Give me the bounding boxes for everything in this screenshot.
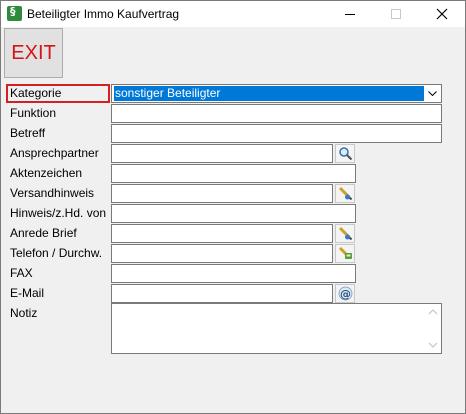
ansprechpartner-label: Ansprechpartner: [10, 146, 99, 160]
app-paragraph-icon: [7, 5, 22, 21]
versandhinweis-edit-button[interactable]: [335, 184, 355, 203]
telefon-field[interactable]: [111, 244, 333, 263]
pencil-icon: [338, 186, 353, 201]
at-icon: @: [338, 286, 353, 301]
phone-icon: [338, 246, 352, 259]
close-button[interactable]: [419, 1, 465, 27]
anrede-label: Anrede Brief: [10, 226, 77, 240]
betreff-field[interactable]: [111, 124, 442, 143]
dialog-window: Beteiligter Immo Kaufvertrag EXIT Katego…: [0, 0, 466, 414]
window-title: Beteiligter Immo Kaufvertrag: [27, 7, 180, 21]
kategorie-label: Kategorie: [6, 84, 110, 103]
funktion-field[interactable]: [111, 104, 442, 123]
email-send-button[interactable]: @: [335, 284, 355, 303]
versandhinweis-label: Versandhinweis: [10, 186, 95, 200]
hinweis-label: Hinweis/z.Hd. von: [10, 206, 107, 220]
betreff-label: Betreff: [10, 126, 46, 140]
maximize-button: [373, 1, 419, 27]
search-icon: [339, 147, 353, 161]
funktion-label: Funktion: [10, 106, 57, 120]
anrede-edit-button[interactable]: [335, 224, 355, 243]
svg-text:@: @: [340, 288, 351, 301]
title-bar: Beteiligter Immo Kaufvertrag: [1, 1, 465, 27]
aktenzeichen-field[interactable]: [111, 164, 356, 183]
hinweis-field[interactable]: [111, 204, 356, 223]
maximize-icon: [391, 9, 401, 19]
email-field[interactable]: [111, 284, 333, 303]
chevron-down-icon: [428, 91, 437, 96]
fax-label: FAX: [10, 266, 33, 280]
email-label: E-Mail: [10, 286, 45, 300]
aktenzeichen-label: Aktenzeichen: [10, 166, 83, 180]
versandhinweis-field[interactable]: [111, 184, 333, 203]
notiz-label: Notiz: [10, 306, 38, 320]
kategorie-dropdown-button[interactable]: [424, 85, 441, 102]
telefon-dial-button[interactable]: [335, 244, 355, 263]
exit-button[interactable]: EXIT: [4, 28, 63, 78]
minimize-button[interactable]: [327, 1, 373, 27]
notiz-textarea[interactable]: [111, 303, 442, 354]
pencil-icon: [338, 226, 353, 241]
anrede-field[interactable]: [111, 224, 333, 243]
scroll-down-icon[interactable]: [427, 340, 439, 350]
kategorie-selected-value: sonstiger Beteiligter: [114, 86, 436, 101]
ansprechpartner-search-button[interactable]: [335, 144, 355, 163]
minimize-icon: [345, 14, 355, 15]
fax-field[interactable]: [111, 264, 356, 283]
scroll-up-icon[interactable]: [427, 307, 439, 317]
kategorie-select[interactable]: sonstiger Beteiligter: [111, 84, 442, 103]
ansprechpartner-field[interactable]: [111, 144, 333, 163]
telefon-label: Telefon / Durchw.: [10, 246, 103, 260]
close-icon: [436, 8, 448, 20]
